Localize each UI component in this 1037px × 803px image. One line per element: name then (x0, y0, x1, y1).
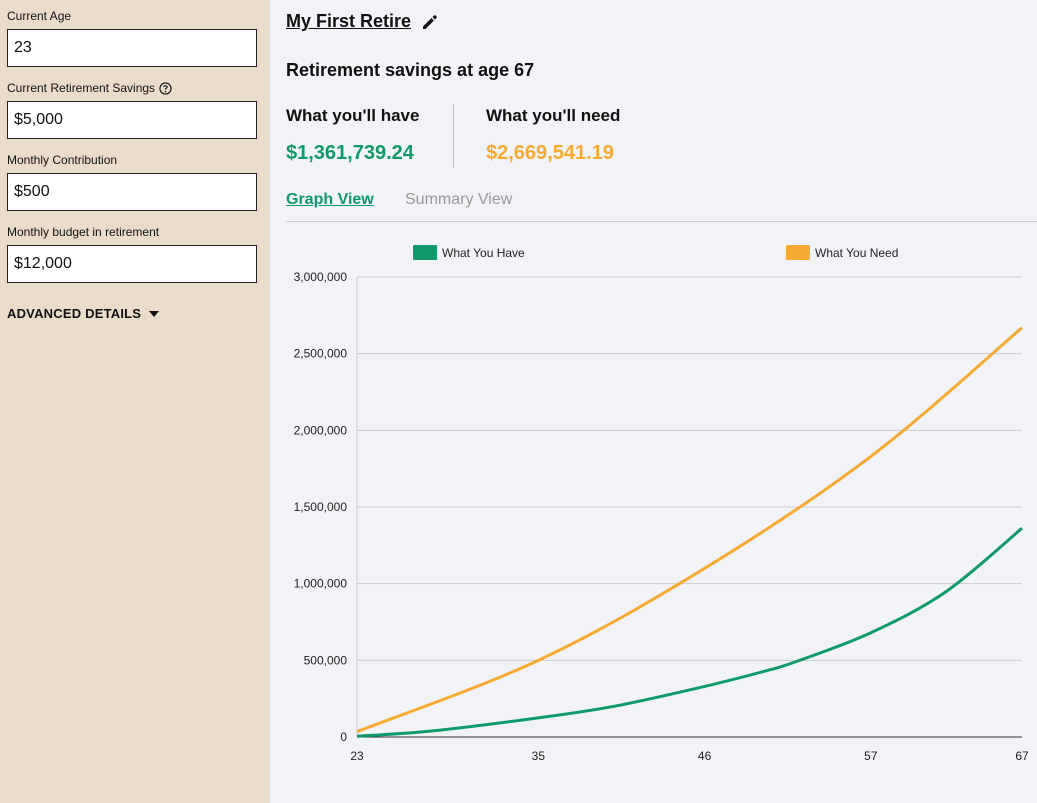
x-tick-label: 67 (1015, 749, 1029, 763)
y-tick-label: 2,500,000 (294, 347, 348, 361)
y-tick-label: 0 (340, 730, 347, 744)
have-value: $1,361,739.24 (286, 142, 414, 164)
legend-swatch-need (786, 245, 810, 260)
main-panel: My First Retire Retirement savings at ag… (270, 0, 1037, 803)
legend-swatch-have (413, 245, 437, 260)
caret-down-icon (149, 310, 160, 317)
chart-x-axis: 23 35 46 57 67 (350, 749, 1029, 763)
x-tick-label: 46 (698, 749, 712, 763)
current-age-label: Current Age (7, 9, 71, 23)
sidebar: Current Age Current Retirement Savings M… (0, 0, 270, 803)
savings-line-chart: 0 500,000 1,000,000 1,500,000 2,000,000 2,500… (294, 245, 1029, 763)
current-savings-label: Current Retirement Savings (7, 81, 172, 95)
current-age-input[interactable] (7, 29, 257, 67)
retirement-budget-label: Monthly budget in retirement (7, 225, 159, 239)
tab-divider (286, 221, 1037, 222)
y-tick-label: 1,500,000 (294, 500, 348, 514)
current-age-label-text: Current Age (7, 9, 72, 23)
y-tick-label: 500,000 (304, 653, 348, 667)
help-circle-icon[interactable] (159, 81, 172, 95)
stat-divider (453, 104, 454, 168)
chart-grid (356, 276, 1022, 738)
advanced-details-label: ADVANCED DETAILS (7, 306, 142, 321)
series-line-what-you-have (356, 527, 1023, 738)
advanced-details-toggle[interactable]: ADVANCED DETAILS (7, 306, 160, 321)
x-tick-label: 35 (532, 749, 546, 763)
y-tick-label: 3,000,000 (294, 270, 348, 284)
retirement-budget-input[interactable] (7, 245, 257, 283)
plan-title[interactable]: My First Retire (286, 11, 439, 32)
x-tick-label: 23 (350, 749, 364, 763)
pencil-edit-icon[interactable] (421, 13, 439, 31)
current-savings-label-text: Current Retirement Savings (7, 81, 156, 95)
need-label: What you'll need (486, 106, 621, 125)
need-value: $2,669,541.19 (486, 142, 614, 164)
legend-label-have: What You Have (442, 246, 525, 260)
legend-label-need: What You Need (815, 246, 898, 260)
retirement-budget-label-text: Monthly budget in retirement (7, 225, 160, 239)
tab-summary-view[interactable]: Summary View (405, 191, 512, 209)
chart-series (356, 326, 1023, 738)
y-tick-label: 1,000,000 (294, 577, 348, 591)
monthly-contribution-label-text: Monthly Contribution (7, 153, 118, 167)
chart-legend: What You Have What You Need (413, 245, 898, 260)
current-savings-input[interactable] (7, 101, 257, 139)
y-tick-label: 2,000,000 (294, 423, 348, 437)
monthly-contribution-label: Monthly Contribution (7, 153, 117, 167)
have-label: What you'll have (286, 106, 420, 125)
summary-heading: Retirement savings at age 67 (286, 60, 535, 80)
tab-graph-view[interactable]: Graph View (286, 191, 374, 209)
x-tick-label: 57 (864, 749, 878, 763)
monthly-contribution-input[interactable] (7, 173, 257, 211)
plan-title-text: My First Retire (286, 11, 412, 31)
series-line-what-you-need (356, 326, 1023, 734)
chart-y-axis: 0 500,000 1,000,000 1,500,000 2,000,000 2,500… (294, 270, 348, 744)
